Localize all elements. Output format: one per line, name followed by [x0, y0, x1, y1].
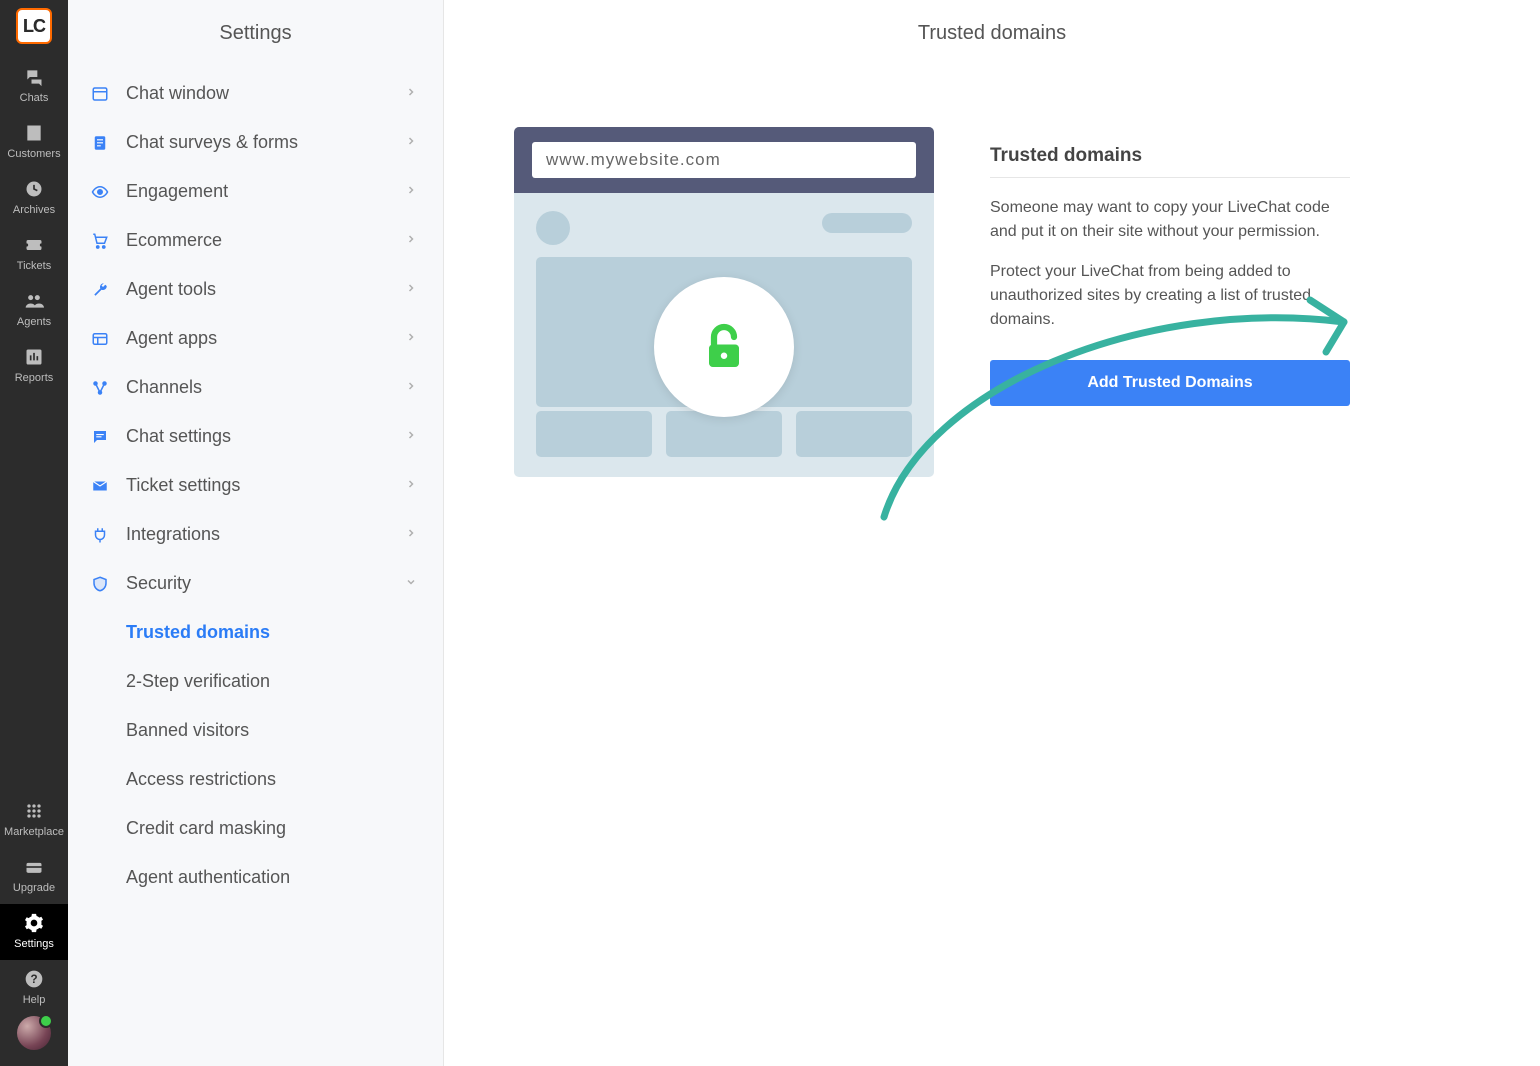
- rail-item-label: Reports: [15, 372, 54, 384]
- menu-item-label: Agent tools: [126, 279, 405, 300]
- settings-icon: [23, 912, 45, 934]
- menu-item-label: Engagement: [126, 181, 405, 202]
- panel-heading: Trusted domains: [990, 145, 1350, 178]
- rail-item-settings[interactable]: Settings: [0, 904, 68, 960]
- chevron-right-icon: [405, 477, 417, 495]
- menu-item-channels[interactable]: Channels: [68, 363, 443, 412]
- menu-item-surveys-forms[interactable]: Chat surveys & forms: [68, 118, 443, 167]
- plug-icon: [90, 525, 110, 545]
- content-row: www.mywebsite.com Trusted domains Someon…: [444, 67, 1540, 537]
- sub-item-credit-card-masking[interactable]: Credit card masking: [126, 804, 443, 853]
- chats-icon: [23, 66, 45, 88]
- main-content: Trusted domains www.mywebsite.com Truste…: [444, 0, 1540, 1066]
- menu-item-label: Chat window: [126, 83, 405, 104]
- menu-item-label: Agent apps: [126, 328, 405, 349]
- sub-item-two-step[interactable]: 2-Step verification: [126, 657, 443, 706]
- customers-icon: [23, 122, 45, 144]
- chevron-right-icon: [405, 428, 417, 446]
- rail-item-label: Agents: [17, 316, 51, 328]
- menu-item-chat-settings[interactable]: Chat settings: [68, 412, 443, 461]
- chevron-right-icon: [405, 232, 417, 250]
- chevron-right-icon: [405, 281, 417, 299]
- rail-item-archives[interactable]: Archives: [0, 170, 68, 226]
- menu-item-label: Ecommerce: [126, 230, 405, 251]
- marketplace-icon: [23, 800, 45, 822]
- settings-sidebar: Settings Chat window Chat surveys & form…: [68, 0, 444, 1066]
- chevron-right-icon: [405, 526, 417, 544]
- illustration-browser-lock: www.mywebsite.com: [514, 127, 934, 477]
- reports-icon: [23, 346, 45, 368]
- illustration-url: www.mywebsite.com: [532, 142, 916, 178]
- menu-item-label: Chat settings: [126, 426, 405, 447]
- rail-item-tickets[interactable]: Tickets: [0, 226, 68, 282]
- sub-item-agent-authentication[interactable]: Agent authentication: [126, 853, 443, 902]
- menu-item-ecommerce[interactable]: Ecommerce: [68, 216, 443, 265]
- app-logo[interactable]: LC: [16, 8, 52, 44]
- menu-item-chat-window[interactable]: Chat window: [68, 69, 443, 118]
- rail-item-chats[interactable]: Chats: [0, 58, 68, 114]
- chevron-right-icon: [405, 183, 417, 201]
- chevron-right-icon: [405, 134, 417, 152]
- settings-menu: Chat window Chat surveys & forms Engagem…: [68, 69, 443, 902]
- info-panel: Trusted domains Someone may want to copy…: [990, 127, 1350, 477]
- shield-icon: [90, 574, 110, 594]
- menu-item-ticket-settings[interactable]: Ticket settings: [68, 461, 443, 510]
- channels-icon: [90, 378, 110, 398]
- panel-paragraph-2: Protect your LiveChat from being added t…: [990, 260, 1350, 332]
- menu-item-label: Ticket settings: [126, 475, 405, 496]
- agents-icon: [23, 290, 45, 312]
- chevron-right-icon: [405, 85, 417, 103]
- chevron-right-icon: [405, 379, 417, 397]
- sub-item-access-restrictions[interactable]: Access restrictions: [126, 755, 443, 804]
- menu-item-integrations[interactable]: Integrations: [68, 510, 443, 559]
- rail-item-label: Upgrade: [13, 882, 55, 894]
- rail-item-label: Tickets: [17, 260, 51, 272]
- page-title: Trusted domains: [444, 0, 1540, 67]
- upgrade-icon: [23, 856, 45, 878]
- menu-item-agent-apps[interactable]: Agent apps: [68, 314, 443, 363]
- rail-item-label: Settings: [14, 938, 54, 950]
- rail-item-marketplace[interactable]: Marketplace: [0, 792, 68, 848]
- chevron-right-icon: [405, 330, 417, 348]
- rail-item-label: Marketplace: [4, 826, 64, 838]
- user-avatar[interactable]: [17, 1016, 51, 1050]
- rail-item-label: Help: [23, 994, 46, 1006]
- nav-rail: LC Chats Customers Archives Tickets Agen…: [0, 0, 68, 1066]
- rail-item-reports[interactable]: Reports: [0, 338, 68, 394]
- rail-item-customers[interactable]: Customers: [0, 114, 68, 170]
- sub-item-trusted-domains[interactable]: Trusted domains: [126, 608, 443, 657]
- cart-icon: [90, 231, 110, 251]
- security-submenu: Trusted domains 2-Step verification Bann…: [68, 608, 443, 902]
- panel-paragraph-1: Someone may want to copy your LiveChat c…: [990, 196, 1350, 244]
- chat-window-icon: [90, 84, 110, 104]
- help-icon: ?: [23, 968, 45, 990]
- menu-item-security[interactable]: Security: [68, 559, 443, 608]
- rail-item-help[interactable]: ? Help: [0, 960, 68, 1016]
- lock-icon: [694, 317, 754, 377]
- tickets-icon: [23, 234, 45, 256]
- rail-item-label: Archives: [13, 204, 55, 216]
- rail-item-label: Chats: [20, 92, 49, 104]
- menu-item-label: Integrations: [126, 524, 405, 545]
- sub-item-banned-visitors[interactable]: Banned visitors: [126, 706, 443, 755]
- ticket-settings-icon: [90, 476, 110, 496]
- menu-item-agent-tools[interactable]: Agent tools: [68, 265, 443, 314]
- wrench-icon: [90, 280, 110, 300]
- rail-item-agents[interactable]: Agents: [0, 282, 68, 338]
- rail-item-label: Customers: [7, 148, 60, 160]
- menu-item-label: Channels: [126, 377, 405, 398]
- menu-item-engagement[interactable]: Engagement: [68, 167, 443, 216]
- apps-icon: [90, 329, 110, 349]
- archives-icon: [23, 178, 45, 200]
- add-trusted-domains-button[interactable]: Add Trusted Domains: [990, 360, 1350, 406]
- svg-text:?: ?: [30, 973, 37, 986]
- eye-icon: [90, 182, 110, 202]
- sidebar-title: Settings: [68, 0, 443, 69]
- forms-icon: [90, 133, 110, 153]
- menu-item-label: Chat surveys & forms: [126, 132, 405, 153]
- chat-settings-icon: [90, 427, 110, 447]
- chevron-down-icon: [405, 575, 417, 593]
- menu-item-label: Security: [126, 573, 405, 594]
- rail-item-upgrade[interactable]: Upgrade: [0, 848, 68, 904]
